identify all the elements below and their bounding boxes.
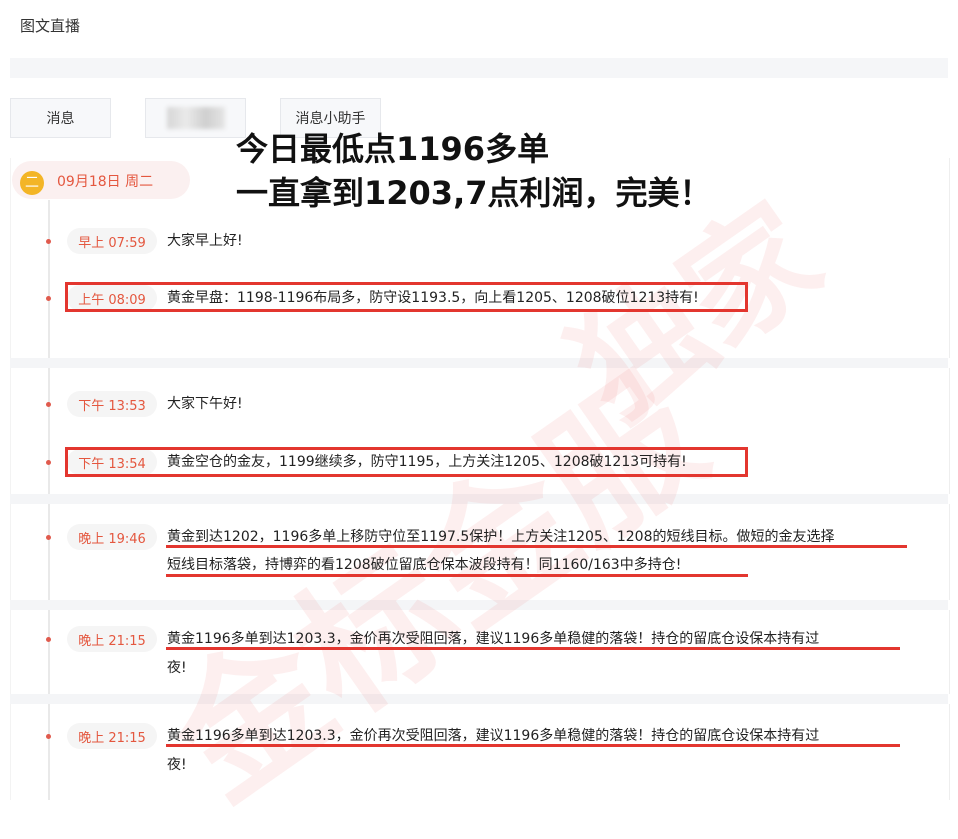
- message-text: 大家下午好!: [167, 396, 243, 412]
- page-title: 图文直播: [20, 17, 81, 35]
- panel-gap: [10, 600, 948, 610]
- timeline-line: [48, 368, 50, 494]
- tab-blurred[interactable]: [145, 98, 246, 138]
- timeline-line: [48, 704, 50, 800]
- header-divider-bar: [10, 58, 948, 78]
- headline-line-1: 今日最低点1196多单: [236, 130, 550, 168]
- highlight-underline: [166, 545, 907, 548]
- time-badge: 晚上 19:46: [67, 524, 157, 550]
- blurred-label: [166, 107, 225, 129]
- timeline-panel-evening-3: [10, 704, 950, 800]
- timeline-line: [48, 200, 50, 358]
- timeline-line: [48, 504, 50, 600]
- headline-line-2: 一直拿到1203,7点利润，完美！: [236, 174, 712, 212]
- time-badge: 早上 07:59: [67, 228, 157, 254]
- timeline-dot: [46, 460, 51, 465]
- message-text-line-2: 夜!: [167, 757, 187, 773]
- time-badge: 下午 13:53: [67, 391, 157, 417]
- timeline-line: [48, 610, 50, 694]
- tab-messages[interactable]: 消息: [10, 98, 111, 138]
- highlight-underline: [166, 744, 900, 747]
- timeline-dot: [46, 734, 51, 739]
- highlight-box: [65, 447, 748, 477]
- timeline-dot: [46, 402, 51, 407]
- highlight-underline: [166, 574, 748, 577]
- panel-gap: [10, 694, 948, 704]
- timeline-dot: [46, 296, 51, 301]
- time-badge: 晚上 21:15: [67, 626, 157, 652]
- panel-gap: [10, 358, 948, 368]
- date-label: 09月18日 周二: [57, 174, 154, 190]
- message-text-line-2: 夜!: [167, 660, 187, 676]
- date-weekday-icon: 二: [20, 171, 44, 195]
- time-badge: 晚上 21:15: [67, 723, 157, 749]
- highlight-box: [65, 282, 748, 312]
- tab-messages-label: 消息: [46, 111, 75, 127]
- panel-gap: [10, 494, 948, 504]
- timeline-dot: [46, 535, 51, 540]
- highlight-underline: [166, 647, 900, 650]
- timeline-dot: [46, 239, 51, 244]
- timeline-dot: [46, 637, 51, 642]
- message-text: 大家早上好!: [167, 233, 243, 249]
